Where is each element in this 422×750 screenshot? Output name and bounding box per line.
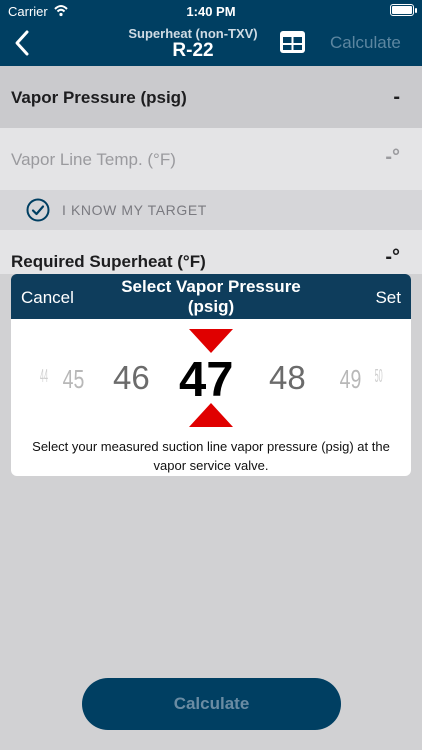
screen: Carrier 1:40 PM Superheat (non-TXV) R-22… [0, 0, 422, 750]
picker-option[interactable]: 46 [113, 359, 150, 397]
vapor-line-temp-value: -° [385, 146, 400, 168]
picker-option[interactable]: 50 [375, 366, 383, 387]
nav-title: R-22 [172, 40, 214, 61]
vapor-line-temp-label: Vapor Line Temp. (°F) [11, 150, 176, 169]
selection-arrow-down-icon [189, 329, 233, 353]
status-bar: Carrier 1:40 PM [0, 0, 422, 22]
picker-toolbar: Cancel Select Vapor Pressure (psig) Set [11, 274, 411, 319]
picker-option[interactable]: 44 [40, 366, 48, 387]
know-target-row[interactable]: I KNOW MY TARGET [0, 190, 422, 230]
battery-tip [415, 8, 417, 13]
picker-set-button[interactable]: Set [375, 288, 401, 308]
required-superheat-label: Required Superheat (°F) [11, 252, 206, 271]
navigation-header: Carrier 1:40 PM Superheat (non-TXV) R-22… [0, 0, 422, 66]
checkmark-circle-icon[interactable] [26, 198, 50, 222]
picker-option[interactable]: 45 [63, 364, 85, 395]
picker-title: Select Vapor Pressure (psig) [121, 277, 301, 316]
selection-arrow-up-icon [189, 403, 233, 427]
vapor-pressure-row[interactable]: Vapor Pressure (psig) - [0, 66, 422, 128]
required-superheat-row[interactable]: Required Superheat (°F) -° [0, 230, 422, 274]
number-picker[interactable]: 44 45 46 47 48 49 50 Select your measure… [11, 319, 411, 476]
picker-selected-option[interactable]: 47 [179, 352, 234, 408]
vapor-line-temp-row[interactable]: Vapor Line Temp. (°F) -° [0, 128, 422, 190]
calculate-nav-button[interactable]: Calculate [330, 33, 401, 53]
nav-subtitle: Superheat (non-TXV) [128, 26, 258, 41]
vapor-pressure-label: Vapor Pressure (psig) [11, 88, 187, 107]
picker-cancel-button[interactable]: Cancel [21, 288, 74, 308]
clock: 1:40 PM [186, 4, 236, 19]
know-target-label: I KNOW MY TARGET [62, 202, 207, 218]
calculate-button[interactable]: Calculate [82, 678, 341, 730]
picker-description: Select your measured suction line vapor … [32, 439, 390, 473]
picker-option[interactable]: 48 [269, 359, 306, 397]
picker-option[interactable]: 49 [340, 364, 362, 395]
vapor-pressure-value: - [393, 86, 400, 108]
table-icon[interactable] [279, 30, 306, 54]
required-superheat-value: -° [385, 246, 400, 268]
battery-icon [390, 4, 414, 16]
